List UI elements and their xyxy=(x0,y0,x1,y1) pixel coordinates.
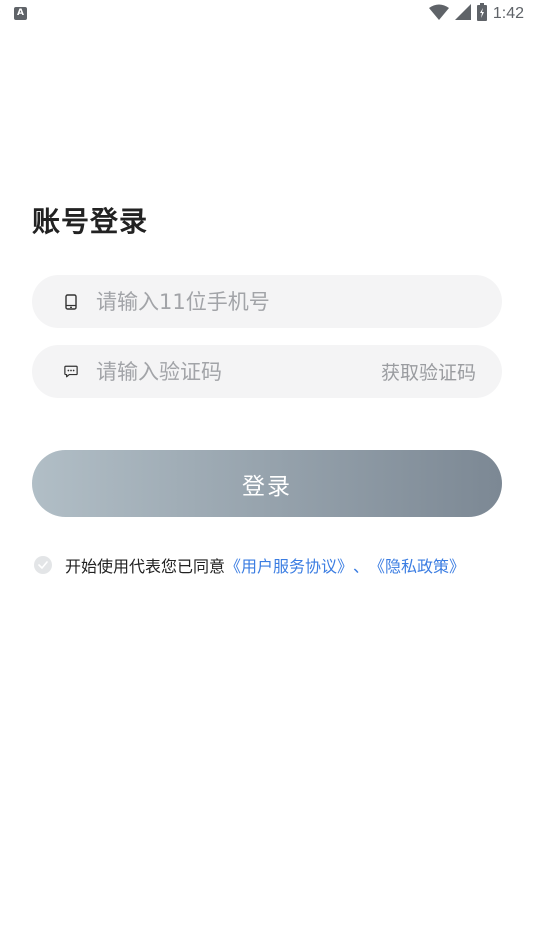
phone-input[interactable] xyxy=(96,289,476,314)
status-bar: A 1:42 xyxy=(0,0,534,28)
phone-icon xyxy=(64,293,78,310)
user-agreement-link[interactable]: 《用户服务协议》 xyxy=(225,553,353,577)
check-icon xyxy=(38,561,48,569)
code-field[interactable]: 获取验证码 xyxy=(32,345,502,398)
privacy-policy-link[interactable]: 《隐私政策》 xyxy=(369,553,465,577)
agreement: 开始使用代表您已同意 《用户服务协议》 、 《隐私政策》 xyxy=(34,554,465,576)
code-input[interactable] xyxy=(96,359,381,384)
agree-checkbox[interactable] xyxy=(34,556,52,574)
page-title: 账号登录 xyxy=(32,205,149,238)
battery-icon xyxy=(476,3,487,25)
login-button[interactable]: 登录 xyxy=(32,450,502,517)
message-icon xyxy=(64,364,78,380)
phone-field[interactable] xyxy=(32,275,502,328)
signal-icon xyxy=(454,4,471,24)
status-bar-right: 1:42 xyxy=(428,3,524,25)
get-code-button[interactable]: 获取验证码 xyxy=(381,358,476,385)
status-time: 1:42 xyxy=(492,5,524,22)
agreement-text: 开始使用代表您已同意 xyxy=(65,557,226,576)
agreement-separator: 、 xyxy=(353,557,370,576)
notification-a-icon: A xyxy=(14,7,27,20)
wifi-icon xyxy=(428,4,449,24)
